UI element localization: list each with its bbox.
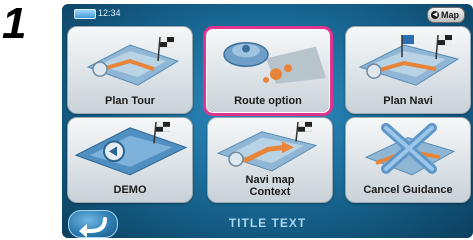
navi-map-context-label: Navi map Context — [208, 174, 332, 198]
demo-button[interactable]: DEMO — [67, 117, 193, 203]
plan-tour-icon — [86, 36, 180, 86]
map-button-label: Map — [441, 10, 459, 20]
demo-icon — [74, 121, 188, 176]
demo-label: DEMO — [113, 184, 147, 196]
navi-map-context-label-line2: Context — [249, 186, 291, 198]
plan-tour-label: Plan Tour — [105, 95, 155, 107]
screen-title: TITLE TEXT — [228, 216, 307, 230]
navigation-screen: 12:34 ◀ Map Plan Tour Route option Plan … — [62, 4, 473, 238]
navi-map-context-icon — [216, 121, 318, 172]
navi-map-context-button[interactable]: Navi map Context — [207, 117, 333, 203]
map-icon: ◀ — [431, 11, 439, 19]
bottom-bar: TITLE TEXT — [62, 208, 473, 238]
clock-time: 12:34 — [98, 8, 121, 18]
figure-stage: 1 12:34 ◀ Map Plan Tour Route option Pla… — [0, 0, 473, 240]
status-bar: 12:34 ◀ Map — [62, 4, 473, 26]
navi-map-context-label-line1: Navi map — [245, 174, 295, 186]
route-option-icon — [223, 41, 326, 84]
cancel-guidance-button[interactable]: Cancel Guidance — [345, 117, 471, 203]
cancel-guidance-label: Cancel Guidance — [363, 184, 453, 196]
cancel-guidance-icon — [364, 122, 456, 176]
map-button[interactable]: ◀ Map — [427, 7, 465, 23]
plan-tour-button[interactable]: Plan Tour — [67, 26, 193, 114]
plan-navi-label: Plan Navi — [383, 95, 433, 107]
plan-navi-icon — [358, 34, 460, 86]
route-option-button[interactable]: Route option — [203, 26, 333, 116]
route-option-label: Route option — [234, 95, 302, 107]
battery-icon — [74, 9, 96, 19]
step-number: 1 — [2, 0, 27, 48]
plan-navi-button[interactable]: Plan Navi — [345, 26, 471, 114]
